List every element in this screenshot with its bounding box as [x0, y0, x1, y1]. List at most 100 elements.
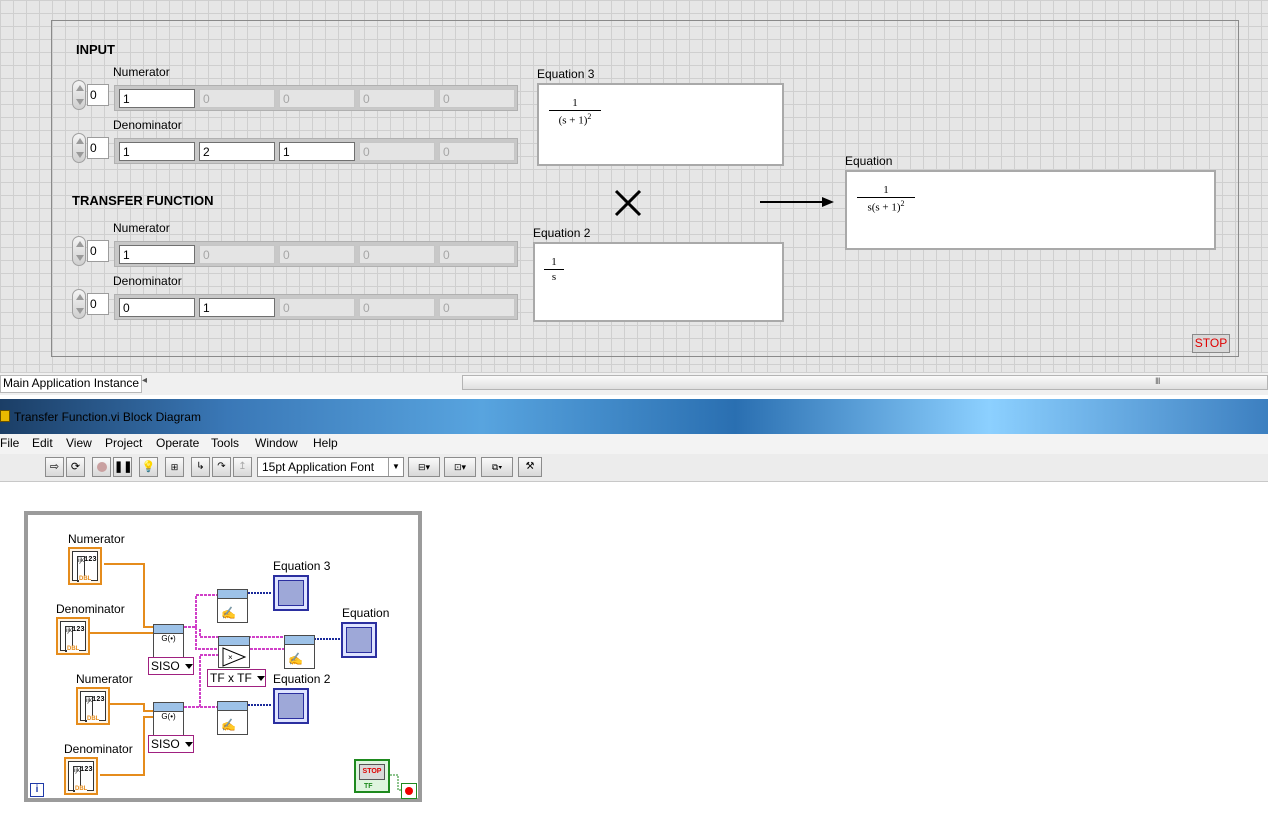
scroll-left-arrow-icon[interactable]: ◂: [142, 375, 147, 386]
menu-view[interactable]: View: [66, 436, 92, 450]
run-arrow-icon[interactable]: ⇨: [45, 457, 64, 477]
cleanup-diagram-icon[interactable]: ⚒: [518, 457, 542, 477]
array-element[interactable]: 1: [119, 245, 195, 264]
array-element[interactable]: 1: [119, 89, 195, 108]
svg-text:✍: ✍: [221, 718, 236, 732]
svg-text:✍: ✍: [288, 652, 303, 666]
align-objects-icon[interactable]: ⊟▾: [408, 457, 440, 477]
draw-equation-node[interactable]: ✍: [284, 635, 315, 669]
array-element[interactable]: 0: [279, 89, 355, 108]
font-select[interactable]: 15pt Application Font ▼: [257, 457, 404, 477]
horizontal-scrollbar[interactable]: III: [462, 375, 1268, 390]
equation2-indicator[interactable]: [273, 688, 309, 724]
tf-numerator-index-stepper[interactable]: [72, 236, 86, 266]
array-element[interactable]: 1: [199, 298, 275, 317]
array-element[interactable]: 0: [279, 298, 355, 317]
input-numerator-index-stepper[interactable]: [72, 80, 86, 110]
input-numerator-index[interactable]: 0: [87, 84, 109, 106]
step-over-icon[interactable]: ↷: [212, 457, 231, 477]
fraction-bar: [544, 269, 564, 270]
tf-numerator-label: Numerator: [113, 221, 170, 235]
run-continuously-icon[interactable]: ⟳: [66, 457, 85, 477]
menu-file[interactable]: File: [0, 436, 19, 450]
bd-equation-label: Equation: [342, 606, 390, 620]
bd-numerator2-label: Numerator: [76, 672, 133, 686]
equation3-indicator[interactable]: [273, 575, 309, 611]
numerator1-terminal[interactable]: ijk 123 DBL: [68, 547, 102, 585]
bd-denominator2-label: Denominator: [64, 742, 133, 756]
pause-icon[interactable]: ❚❚: [113, 457, 132, 477]
menu-project[interactable]: Project: [105, 436, 142, 450]
array-element[interactable]: 0: [359, 142, 435, 161]
draw-equation-node[interactable]: ✍: [217, 589, 248, 623]
tf-numerator-index[interactable]: 0: [87, 240, 109, 262]
array-element[interactable]: 0: [199, 89, 275, 108]
abort-execution-icon[interactable]: [92, 457, 111, 477]
retain-wire-values-icon[interactable]: ⊞: [165, 457, 184, 477]
array-element[interactable]: 0: [199, 245, 275, 264]
siso-select-1[interactable]: SISO: [148, 657, 194, 675]
distribute-objects-icon[interactable]: ⊡▾: [444, 457, 476, 477]
array-element[interactable]: 0: [439, 142, 515, 161]
equation3-label: Equation 3: [537, 67, 595, 81]
numerator2-terminal[interactable]: ijk 123 DBL: [76, 687, 110, 725]
array-element[interactable]: 0: [439, 298, 515, 317]
application-instance-selector[interactable]: Main Application Instance: [0, 375, 143, 393]
array-element[interactable]: 0: [279, 245, 355, 264]
picture-icon: [346, 627, 372, 653]
equation-fraction: 1 s(s + 1)2: [857, 184, 915, 214]
chevron-down-icon: ▼: [388, 458, 403, 476]
input-denominator-array: 1 2 1 0 0: [114, 138, 518, 164]
menu-operate[interactable]: Operate: [156, 436, 199, 450]
input-denominator-index-stepper[interactable]: [72, 133, 86, 163]
loop-condition-stop-icon[interactable]: [401, 783, 417, 799]
highlight-execution-bulb-icon[interactable]: 💡: [139, 457, 158, 477]
array-element[interactable]: 0: [119, 298, 195, 317]
labview-vi-icon: [0, 410, 10, 422]
stop-terminal[interactable]: STOP TF: [354, 759, 390, 793]
bd-equation3-label: Equation 3: [273, 559, 331, 573]
array-element[interactable]: 2: [199, 142, 275, 161]
array-element[interactable]: 1: [279, 142, 355, 161]
array-element[interactable]: 0: [359, 89, 435, 108]
menu-help[interactable]: Help: [313, 436, 338, 450]
tf-denominator-index-stepper[interactable]: [72, 289, 86, 319]
step-out-icon[interactable]: ↥: [233, 457, 252, 477]
input-section-title: INPUT: [76, 42, 115, 57]
hand-draw-icon: ✍: [221, 606, 236, 620]
menu-window[interactable]: Window: [255, 436, 298, 450]
array-element[interactable]: 0: [359, 298, 435, 317]
array-element[interactable]: 0: [439, 89, 515, 108]
tf-numerator-array: 1 0 0 0 0: [114, 241, 518, 267]
series-multiply-node[interactable]: ×: [218, 636, 250, 668]
iteration-terminal[interactable]: i: [30, 783, 44, 797]
step-into-icon[interactable]: ↳: [191, 457, 210, 477]
denominator1-terminal[interactable]: ijk 123 DBL: [56, 617, 90, 655]
svg-text:✍: ✍: [221, 606, 236, 620]
denominator2-terminal[interactable]: ijk 123 DBL: [64, 757, 98, 795]
array-element[interactable]: 1: [119, 142, 195, 161]
equation2-display: 1 s: [533, 242, 784, 322]
equation3-denominator: (s + 1)2: [558, 112, 592, 127]
equation-indicator[interactable]: [341, 622, 377, 658]
multiply-icon: [614, 189, 642, 217]
menu-edit[interactable]: Edit: [32, 436, 53, 450]
draw-equation-node[interactable]: ✍: [217, 701, 248, 735]
picture-icon: [278, 693, 304, 719]
array-element[interactable]: 0: [359, 245, 435, 264]
equation3-fraction: 1 (s + 1)2: [549, 97, 601, 127]
node-header: [219, 637, 249, 646]
stop-button[interactable]: STOP: [1192, 334, 1230, 353]
input-denominator-index[interactable]: 0: [87, 137, 109, 159]
svg-text:×: ×: [228, 653, 233, 662]
tf-x-tf-select[interactable]: TF x TF: [207, 669, 266, 687]
construct-tf-model-node[interactable]: G(•): [153, 702, 184, 736]
tf-denominator-index[interactable]: 0: [87, 293, 109, 315]
reorder-icon[interactable]: ⧉▾: [481, 457, 513, 477]
equation-display: 1 s(s + 1)2: [845, 170, 1216, 250]
siso-select-2[interactable]: SISO: [148, 735, 194, 753]
menu-tools[interactable]: Tools: [211, 436, 239, 450]
construct-tf-model-node[interactable]: G(•): [153, 624, 184, 658]
array-element[interactable]: 0: [439, 245, 515, 264]
fraction-bar: [549, 110, 601, 111]
